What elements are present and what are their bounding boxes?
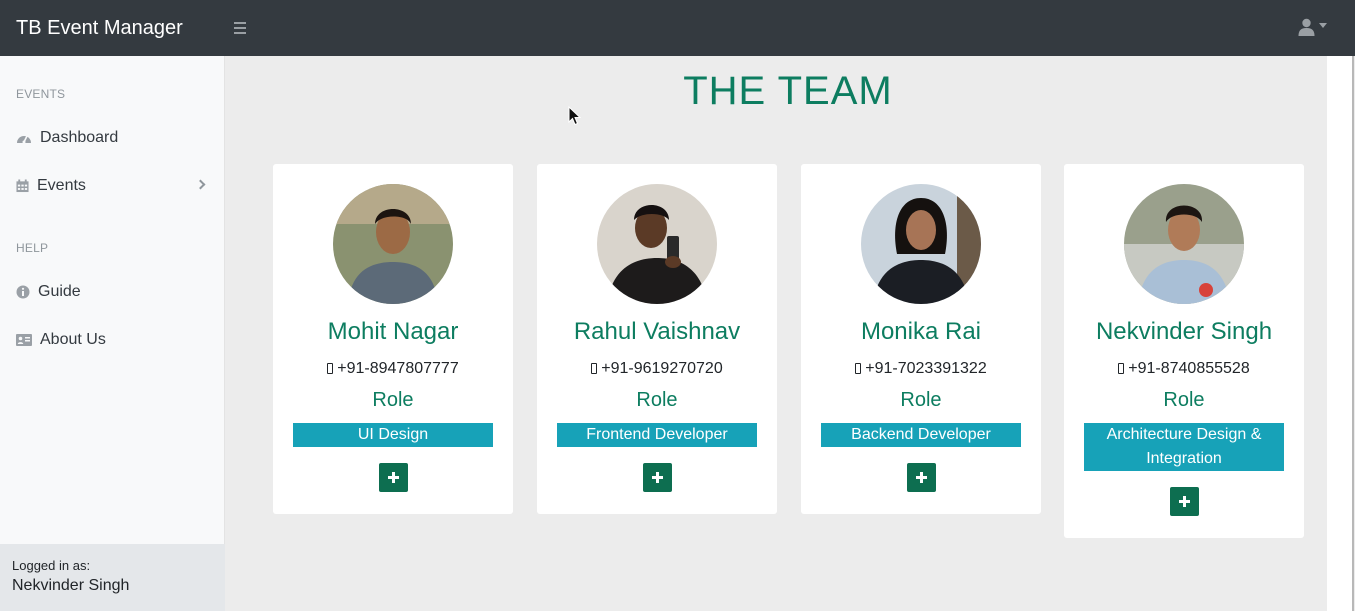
info-circle-icon — [16, 285, 30, 299]
member-name: Monika Rai — [860, 318, 982, 345]
sidebar-heading-events: EVENTS — [16, 87, 66, 101]
member-phone-number: +91-8947807777 — [337, 360, 459, 377]
chevron-right-icon — [195, 179, 206, 190]
user-menu-dropdown[interactable] — [1298, 16, 1330, 38]
member-photo — [333, 184, 453, 304]
calendar-icon — [16, 179, 29, 193]
add-button[interactable] — [1170, 487, 1199, 516]
role-badge: Frontend Developer — [557, 423, 757, 447]
member-role-label: Role — [372, 389, 414, 411]
sidebar-item-about-us[interactable]: About Us — [0, 319, 224, 359]
member-phone: +91-7023391322 — [801, 360, 1041, 378]
avatar — [597, 184, 717, 304]
sidebar-item-events[interactable]: Events — [0, 165, 224, 205]
member-phone-number: +91-7023391322 — [865, 360, 987, 377]
member-phone-number: +91-8740855528 — [1128, 360, 1250, 377]
sidebar: EVENTS Dashboard Events HELP Guide About… — [0, 56, 225, 611]
sidebar-item-label: About Us — [40, 331, 106, 348]
main-content: THE TEAM Mohit Nagar +91-8947807777 Role… — [249, 56, 1327, 611]
member-photo — [861, 184, 981, 304]
mobile-phone-icon — [1118, 363, 1125, 374]
mouse-cursor-icon — [568, 106, 582, 126]
sidebar-item-label: Guide — [38, 283, 81, 300]
logged-in-label: Logged in as: — [12, 558, 91, 573]
sidebar-toggle-button[interactable] — [232, 18, 248, 38]
page-title: THE TEAM — [683, 69, 893, 113]
team-member-card: Monika Rai +91-7023391322 Role Backend D… — [801, 164, 1041, 514]
role-badge: UI Design — [293, 423, 493, 447]
member-role-label: Role — [1163, 389, 1205, 411]
role-badge: Architecture Design & Integration — [1084, 423, 1284, 471]
dashboard-gauge-icon — [17, 135, 31, 144]
add-button[interactable] — [907, 463, 936, 492]
sidebar-item-guide[interactable]: Guide — [0, 271, 224, 311]
member-name: Mohit Nagar — [327, 318, 459, 345]
member-role-label: Role — [900, 389, 942, 411]
chevron-down-icon — [1319, 23, 1327, 28]
role-badge: Backend Developer — [821, 423, 1021, 447]
team-member-card: Mohit Nagar +91-8947807777 Role UI Desig… — [273, 164, 513, 514]
team-member-card: Rahul Vaishnav +91-9619270720 Role Front… — [537, 164, 777, 514]
sidebar-item-label: Events — [37, 177, 86, 194]
member-phone: +91-9619270720 — [537, 360, 777, 378]
hamburger-icon-bar — [234, 22, 246, 24]
user-icon — [1298, 18, 1315, 36]
avatar — [1124, 184, 1244, 304]
mobile-phone-icon — [855, 363, 862, 374]
right-gutter — [1327, 56, 1353, 611]
sidebar-item-label: Dashboard — [40, 129, 119, 146]
mobile-phone-icon — [327, 363, 334, 374]
sidebar-heading-help: HELP — [16, 241, 49, 255]
app-brand[interactable]: TB Event Manager — [16, 16, 183, 40]
avatar — [333, 184, 453, 304]
member-photo — [1124, 184, 1244, 304]
member-name: Nekvinder Singh — [1095, 318, 1273, 345]
top-navbar: TB Event Manager — [0, 0, 1355, 56]
sidebar-item-dashboard[interactable]: Dashboard — [0, 117, 224, 157]
hamburger-icon-bar — [234, 27, 246, 29]
member-phone: +91-8740855528 — [1064, 360, 1304, 378]
add-button[interactable] — [379, 463, 408, 492]
member-role-label: Role — [636, 389, 678, 411]
avatar — [861, 184, 981, 304]
hamburger-icon-bar — [234, 32, 246, 34]
mobile-phone-icon — [591, 363, 598, 374]
logged-in-user: Nekvinder Singh — [12, 577, 130, 594]
member-photo — [597, 184, 717, 304]
member-phone: +91-8947807777 — [273, 360, 513, 378]
sidebar-footer: Logged in as: Nekvinder Singh — [0, 544, 225, 611]
page-scrollbar[interactable] — [1352, 56, 1354, 611]
team-member-card: Nekvinder Singh +91-8740855528 Role Arch… — [1064, 164, 1304, 538]
member-phone-number: +91-9619270720 — [601, 360, 723, 377]
add-button[interactable] — [643, 463, 672, 492]
id-card-icon — [16, 334, 32, 346]
member-name: Rahul Vaishnav — [573, 318, 741, 345]
